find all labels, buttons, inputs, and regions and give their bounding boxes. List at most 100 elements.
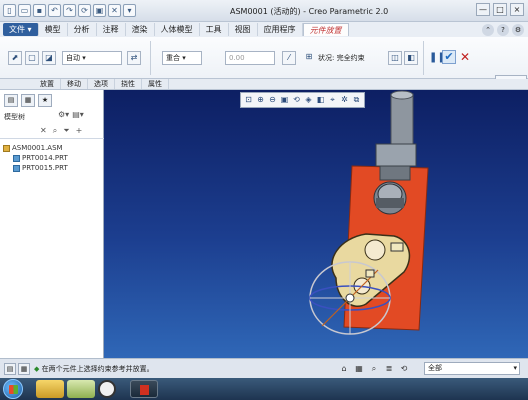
settings-icon[interactable]: ⚙ [512, 23, 524, 36]
window-icon[interactable]: ▣ [93, 4, 106, 17]
part-icon [13, 154, 20, 162]
layer-icon[interactable]: ≣ [383, 362, 395, 375]
regen-status-icon[interactable]: ⟲ [398, 362, 410, 375]
tab-manikin[interactable]: 人体模型 [155, 23, 200, 36]
tree-node-part[interactable]: PRT0015.PRT [3, 163, 68, 173]
open-file-icon[interactable]: ▭ [18, 4, 31, 17]
selection-filter-value: 全部 [428, 364, 442, 372]
subtab-properties[interactable]: 属性 [142, 79, 169, 89]
tree-node-label: ASM0001.ASM [12, 144, 63, 152]
model-tree: ASM0001.ASM PRT0014.PRT PRT0015.PRT [3, 143, 68, 173]
clock-taskbar-icon[interactable] [98, 380, 116, 398]
close-window-icon[interactable]: ✕ [108, 4, 121, 17]
ribbon-tabs: 文件 ▾ 模型 分析 注释 渲染 人体模型 工具 视图 应用程序 元件放置 ⌃ … [0, 22, 528, 37]
placement-status-icon: ⊞ [305, 52, 313, 61]
tab-annotate[interactable]: 注释 [97, 23, 126, 36]
toggle-browser-icon[interactable]: ▦ [18, 363, 30, 375]
assembly-icon [3, 144, 10, 152]
flip-direction-icon[interactable]: ⁄ [282, 51, 296, 65]
tree-show-icon[interactable]: ▤▾ [72, 110, 84, 119]
help-icon[interactable]: ? [497, 23, 509, 36]
subtab-placement[interactable]: 放置 [34, 79, 61, 89]
part-icon [13, 164, 20, 172]
pin-base [379, 165, 411, 181]
ribbon-collapse-icon[interactable]: ⌃ [482, 23, 494, 36]
tab-applications[interactable]: 应用程序 [258, 23, 303, 36]
subtab-options[interactable]: 选项 [88, 79, 115, 89]
tab-tools[interactable]: 工具 [200, 23, 229, 36]
find-status-icon[interactable]: ⌕ [368, 362, 380, 375]
window-controls: — □ × [476, 3, 524, 16]
constraint-type-select[interactable]: 自动 ▾ [62, 51, 122, 65]
creo-taskbar-icon[interactable] [130, 380, 158, 398]
model-tree-tab-icon[interactable]: ▤ [4, 94, 18, 107]
subtab-move[interactable]: 移动 [61, 79, 88, 89]
maximize-button[interactable]: □ [493, 3, 507, 16]
minimize-button[interactable]: — [476, 3, 490, 16]
orientation-select[interactable]: 重合 ▾ [162, 51, 202, 65]
quick-access-toolbar: ▯ ▭ ▪ ↶ ↷ ⟳ ▣ ✕ ▾ [3, 4, 136, 17]
pause-icon[interactable]: ❚❚ [429, 52, 446, 64]
tree-node-label: PRT0015.PRT [22, 164, 68, 172]
tree-node-assembly[interactable]: ASM0001.ASM [3, 143, 68, 153]
assembly-window-icon[interactable]: ◧ [404, 51, 418, 65]
clear-search-icon[interactable]: ✕ [40, 126, 47, 136]
model-graphics [309, 90, 429, 335]
pin-top [390, 90, 414, 100]
creo-logo-icon [140, 385, 149, 395]
boss-side [376, 198, 404, 208]
separate-window-icon[interactable]: ◫ [388, 51, 402, 65]
cancel-x-icon[interactable]: ✕ [459, 50, 471, 64]
tab-model[interactable]: 模型 [39, 23, 68, 36]
save-icon[interactable]: ▪ [33, 4, 46, 17]
favorites-tab-icon[interactable]: ★ [38, 94, 52, 107]
redo-icon[interactable]: ↷ [63, 4, 76, 17]
tab-analysis[interactable]: 分析 [68, 23, 97, 36]
add-column-icon[interactable]: + [76, 126, 83, 136]
file-explorer-taskbar-icon[interactable] [36, 380, 64, 398]
constraint-flag [390, 242, 404, 252]
select-icon[interactable]: ▦ [353, 362, 365, 375]
model-tree-panel: ▤ ▦ ★ 模型树 ⚙▾ ▤▾ ✕ ⌕ ⏷ + ASM0001.ASM PRT0… [0, 90, 104, 358]
dragger-center[interactable] [345, 293, 355, 303]
status-tools: ⌂ ▦ ⌕ ≣ ⟲ [338, 362, 410, 375]
toggle-navigator-icon[interactable]: ▤ [4, 363, 16, 375]
offset-input[interactable]: 0.00 [225, 51, 275, 65]
tree-settings-icon[interactable]: ⚙▾ [58, 110, 69, 119]
find-icon[interactable]: ⌕ [53, 126, 57, 136]
undo-icon[interactable]: ↶ [48, 4, 61, 17]
crank-hole [364, 239, 386, 261]
status-bullet-icon: ◆ [34, 365, 40, 373]
constraint-icon[interactable]: ◪ [42, 51, 56, 65]
ribbon-separator-2 [423, 41, 424, 75]
filter-icon[interactable]: ⏷ [63, 126, 69, 136]
customize-toolbar-icon[interactable]: ▾ [123, 4, 136, 17]
new-file-icon[interactable]: ▯ [3, 4, 16, 17]
start-button[interactable] [3, 379, 23, 399]
close-button[interactable]: × [510, 3, 524, 16]
offset-value: 0.00 [229, 54, 245, 62]
tab-component-placement[interactable]: 元件放置 [302, 23, 349, 36]
constraint-flag-2 [365, 269, 375, 278]
selection-filter-select[interactable]: 全部 ▾ [424, 362, 520, 375]
graphics-viewport[interactable]: ⊡ ⊕ ⊖ ▣ ⟲ ◈ ◧ ⌖ ✲ ⧉ [104, 90, 528, 358]
tree-node-part[interactable]: PRT0014.PRT [3, 153, 68, 163]
ok-checkmark-icon[interactable]: ✔ [442, 50, 456, 64]
tree-tools: ⚙▾ ▤▾ [58, 110, 84, 119]
flip-constraint-icon[interactable]: ⇄ [127, 51, 141, 65]
app-taskbar-icon[interactable] [67, 380, 95, 398]
regenerate-icon[interactable]: ⟳ [78, 4, 91, 17]
tab-view[interactable]: 视图 [229, 23, 258, 36]
pin-shaft [390, 93, 414, 151]
folder-browser-tab-icon[interactable]: ▦ [21, 94, 35, 107]
windows-logo-icon [9, 385, 18, 394]
user-defined-icon[interactable]: ⬈ [8, 51, 22, 65]
rigid-body-icon[interactable]: ▢ [25, 51, 39, 65]
placement-subtabs: 放置 移动 选项 挠性 属性 [0, 79, 528, 90]
model-tools-icon[interactable]: ⌂ [338, 362, 350, 375]
tab-render[interactable]: 渲染 [126, 23, 155, 36]
tree-node-label: PRT0014.PRT [22, 154, 68, 162]
tab-file[interactable]: 文件 ▾ [3, 23, 39, 36]
subtab-flexibility[interactable]: 挠性 [115, 79, 142, 89]
os-taskbar [0, 378, 528, 400]
